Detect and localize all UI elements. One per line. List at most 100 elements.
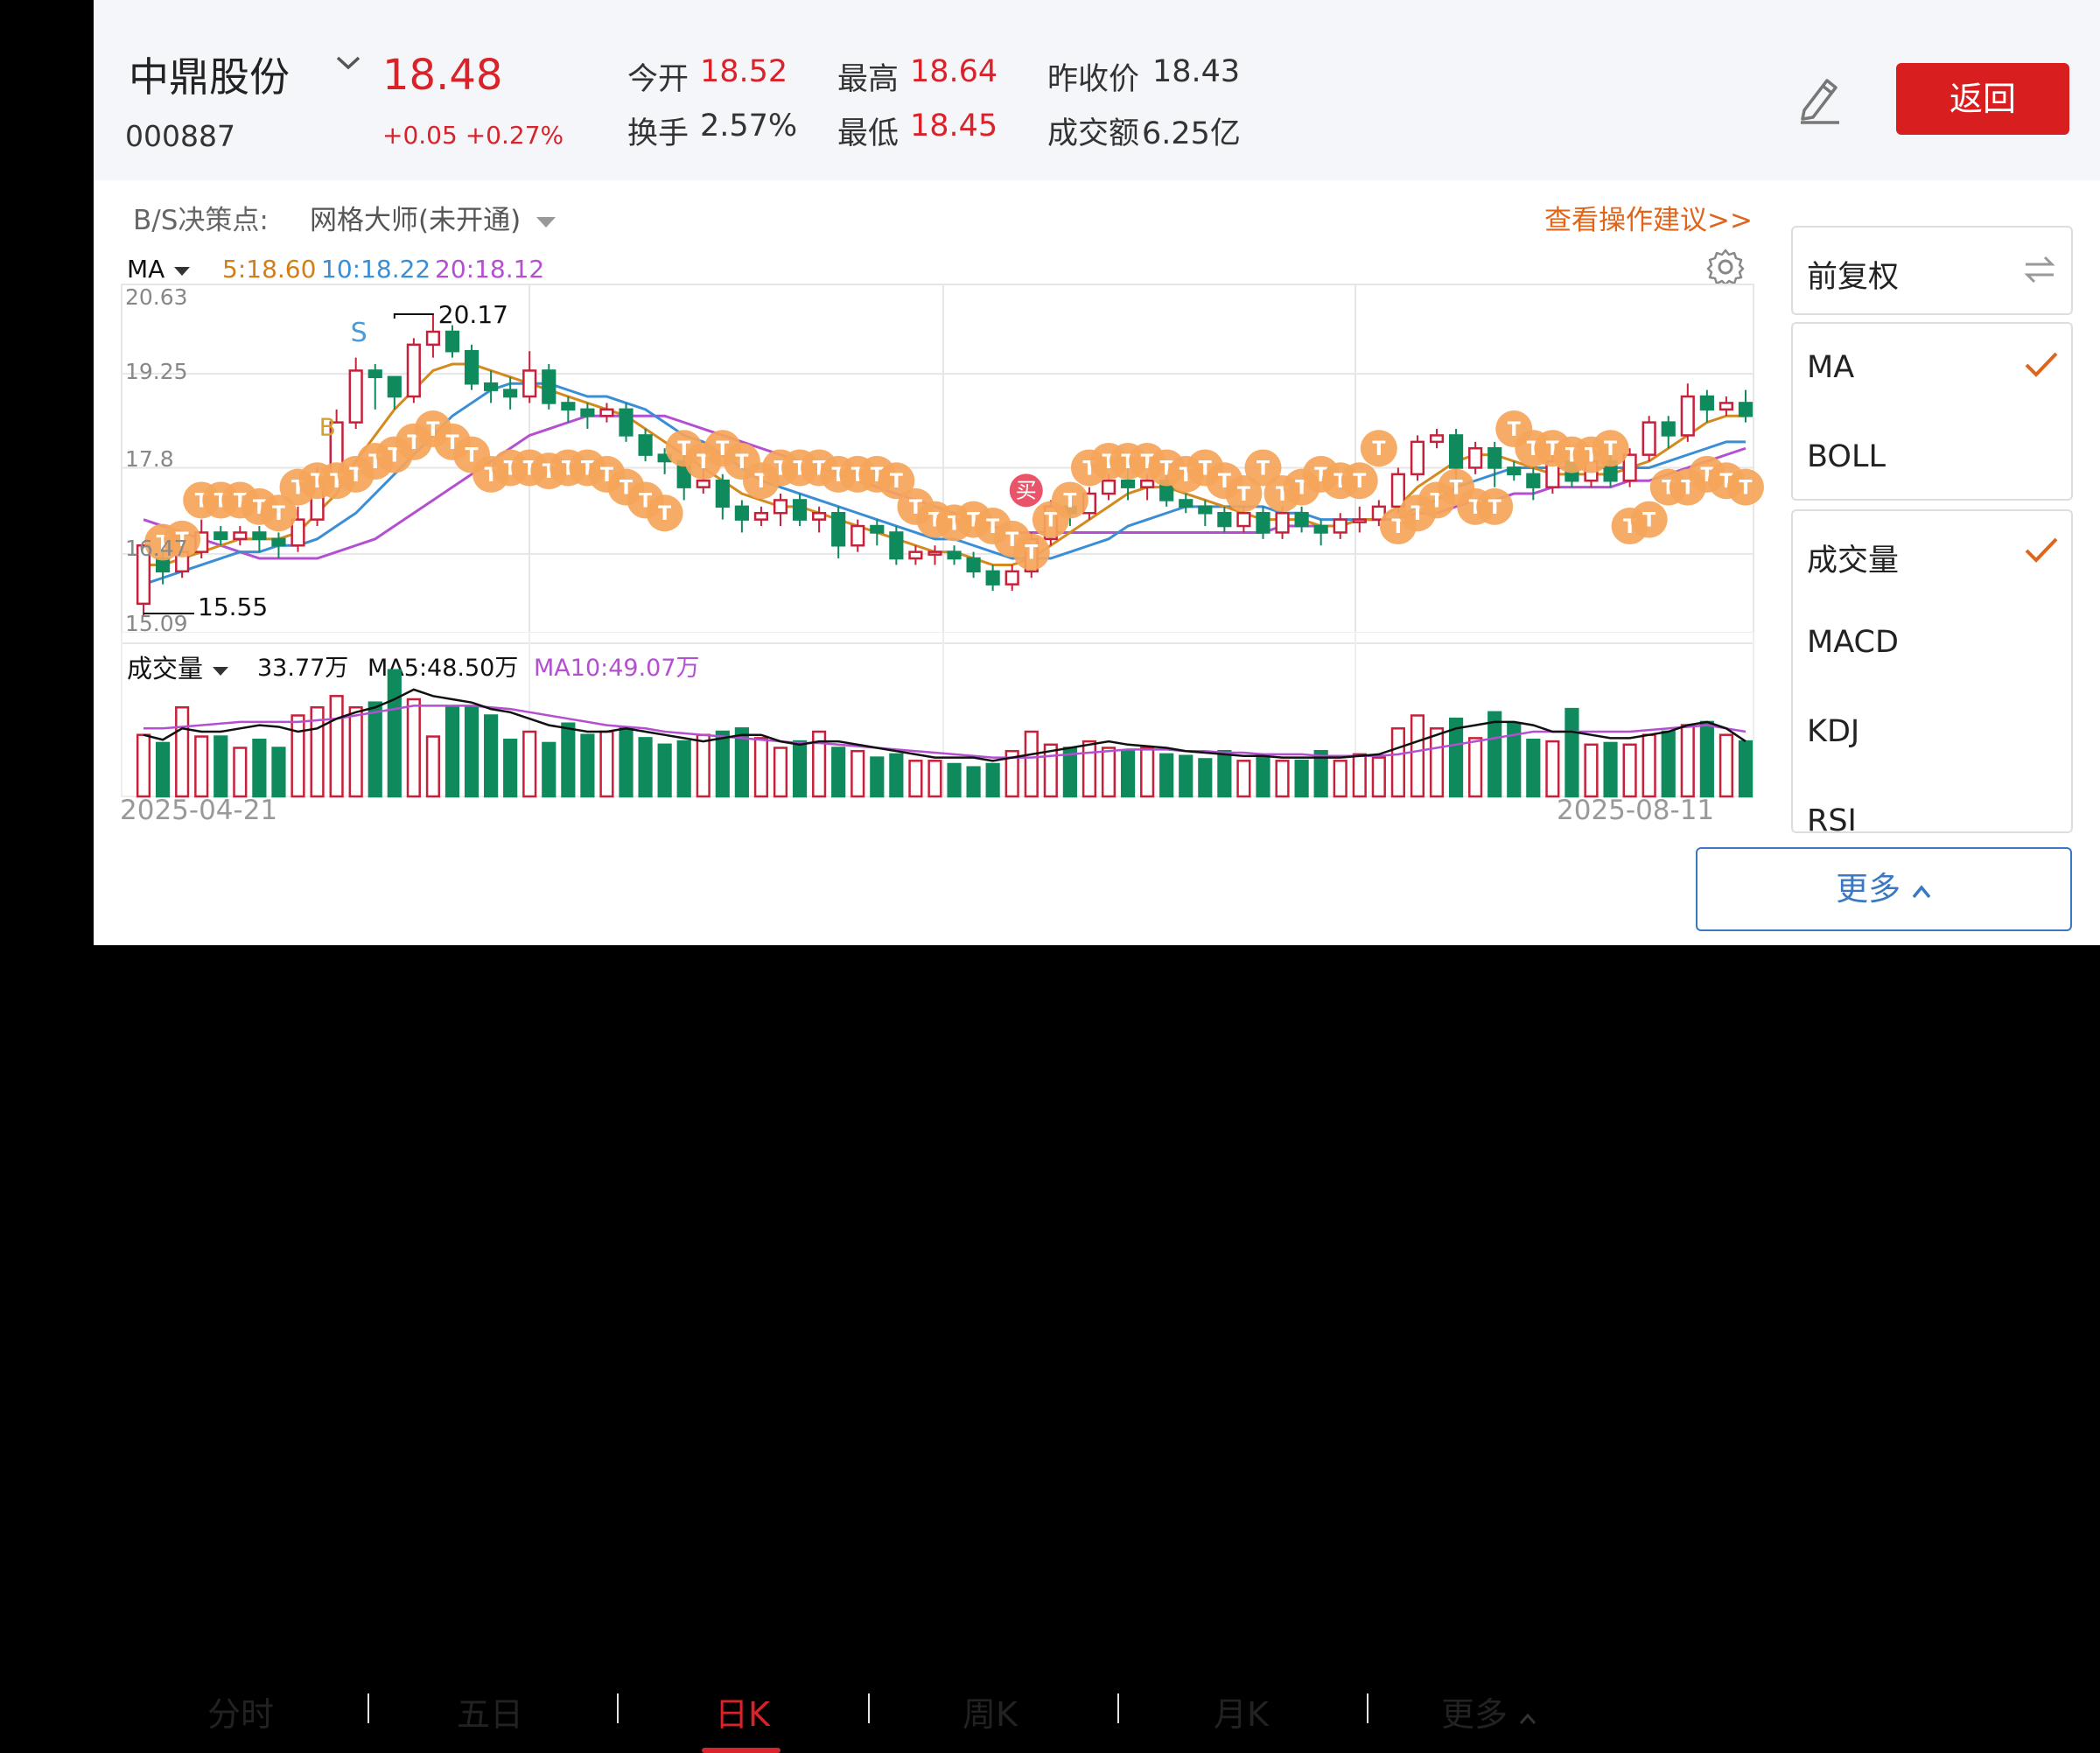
candle-body: [638, 434, 653, 456]
candle-body: [348, 369, 363, 424]
grid-master-select[interactable]: 网格大师(未开通): [310, 198, 557, 237]
candle-body: [484, 382, 499, 391]
open-value: 18.52: [700, 54, 788, 89]
candle-body: [1179, 499, 1194, 508]
candle-body: [425, 330, 441, 347]
adjust-mode-label: 前复权: [1807, 260, 1900, 295]
candle-body: [233, 531, 248, 541]
t-marker-text: T: [272, 503, 285, 525]
volume-bar: [252, 739, 267, 798]
main-indicator-card: MA BOLL: [1791, 322, 2073, 501]
indicator-macd[interactable]: MACD: [1807, 625, 1899, 660]
candle-body: [1217, 511, 1232, 528]
indicator-ma[interactable]: MA: [1807, 350, 1854, 385]
candle-body: [1680, 395, 1695, 437]
x-start-date: 2025-04-21: [120, 795, 278, 826]
candlestick-chart[interactable]: T TT T T T TT T T TT TTTTTT T T T T T TTTTTTTTTT T T T T T TT…: [94, 280, 1765, 648]
adjust-mode-card[interactable]: 前复权: [1791, 226, 2073, 315]
candle-body: [271, 537, 286, 547]
volume-bar: [233, 747, 248, 798]
candle-body: [1429, 434, 1445, 444]
volume-bar: [1545, 740, 1560, 798]
volume-bar: [676, 740, 691, 798]
candle-body: [1507, 466, 1522, 476]
buy-marker: B: [319, 412, 336, 441]
volume-ma10-line: [144, 705, 1746, 759]
volume-bar: [290, 714, 305, 798]
volume-bar: [1564, 707, 1579, 798]
volume-bar: [1718, 733, 1733, 798]
low-label: 最低: [837, 116, 900, 151]
t-marker: T: [1726, 468, 1764, 506]
candle-body: [773, 499, 788, 515]
sell-marker: S: [351, 318, 368, 348]
tab-weekly-k[interactable]: 周K: [962, 1687, 1018, 1735]
y-tick-4: 16.47: [125, 536, 188, 561]
tab-more[interactable]: 更多: [1441, 1687, 1537, 1735]
volume-bar: [1603, 741, 1618, 798]
max-price-label: 20.17: [438, 300, 508, 329]
stock-code: 000887: [125, 119, 235, 153]
chevron-down-icon[interactable]: [335, 54, 361, 72]
tab-five-day[interactable]: 五日: [457, 1687, 523, 1735]
candle-body: [870, 524, 885, 534]
volume-chart[interactable]: [94, 632, 1765, 798]
stock-name[interactable]: 中鼎股份: [129, 46, 290, 103]
volume-bar: [966, 766, 981, 798]
candle-body: [753, 511, 769, 521]
candle-body: [542, 369, 556, 404]
volume-bar: [1024, 730, 1039, 798]
candle-body: [1120, 479, 1136, 488]
tab-divider: [1117, 1693, 1119, 1723]
volume-bar: [889, 753, 904, 798]
bs-decision-label: B/S决策点:: [133, 205, 269, 236]
volume-bar: [1738, 740, 1754, 798]
tab-monthly-k[interactable]: 月K: [1214, 1687, 1269, 1735]
indicator-boll[interactable]: BOLL: [1807, 439, 1886, 474]
indicator-rsi[interactable]: RSI: [1807, 803, 1857, 831]
candle-body: [580, 408, 595, 417]
volume-bar: [619, 727, 634, 798]
candle-body: [1410, 440, 1425, 476]
more-indicators-button[interactable]: 更多: [1696, 847, 2072, 931]
volume-bar: [1371, 756, 1386, 798]
amount-value: 6.25亿: [1142, 116, 1241, 151]
swap-icon[interactable]: [2022, 254, 2057, 285]
indicator-kdj[interactable]: KDJ: [1807, 714, 1859, 749]
volume-bar: [1140, 747, 1155, 798]
back-button[interactable]: 返回: [1896, 63, 2069, 135]
more-indicators-label: 更多: [1836, 870, 1901, 908]
candle-body: [1352, 518, 1367, 523]
y-tick-1: 20.63: [125, 284, 188, 310]
edit-pencil-icon[interactable]: [1796, 74, 1844, 126]
y-tick-3: 17.8: [125, 446, 174, 472]
tab-intraday[interactable]: 分时: [207, 1687, 274, 1735]
tab-daily-k[interactable]: 日K: [715, 1687, 770, 1735]
min-price-label: 15.55: [198, 593, 268, 621]
prev-close-label: 昨收价: [1047, 62, 1140, 97]
volume-bar: [580, 733, 595, 798]
volume-bar: [773, 747, 788, 798]
tab-divider: [1367, 1693, 1368, 1723]
indicator-volume[interactable]: 成交量: [1807, 536, 1899, 580]
volume-bar: [753, 737, 769, 798]
view-advice-link[interactable]: 查看操作建议>>: [1544, 198, 1753, 237]
candle-body: [696, 479, 710, 488]
candle-body: [947, 550, 962, 560]
last-price: 18.48: [382, 51, 503, 100]
volume-bar: [136, 733, 151, 798]
low-value: 18.45: [910, 109, 998, 144]
volume-bar: [792, 740, 808, 798]
candle-body: [792, 499, 808, 521]
volume-bar: [175, 706, 190, 798]
t-marker-text: T: [1488, 497, 1502, 519]
candle-body: [1256, 511, 1270, 534]
candle-body: [734, 505, 749, 521]
volume-ma5-line: [143, 688, 1746, 762]
turnover-value: 2.57%: [700, 109, 798, 144]
t-marker: T: [1360, 430, 1397, 467]
volume-bar: [696, 733, 710, 798]
t-marker: T: [1476, 487, 1514, 525]
t-marker-text: T: [1739, 478, 1752, 500]
volume-bar: [1390, 727, 1405, 798]
